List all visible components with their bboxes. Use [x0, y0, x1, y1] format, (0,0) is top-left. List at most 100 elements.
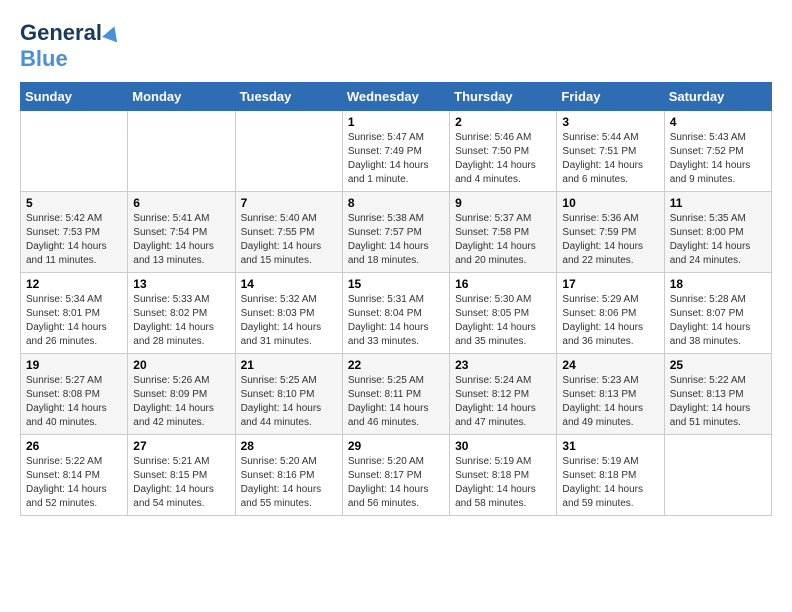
- day-number: 12: [26, 277, 122, 291]
- day-number: 19: [26, 358, 122, 372]
- weekday-header-wednesday: Wednesday: [342, 83, 449, 111]
- day-info: Sunrise: 5:27 AM Sunset: 8:08 PM Dayligh…: [26, 374, 122, 430]
- day-number: 20: [133, 358, 229, 372]
- calendar-cell: 15 Sunrise: 5:31 AM Sunset: 8:04 PM Dayli…: [342, 273, 449, 354]
- calendar-cell: 8 Sunrise: 5:38 AM Sunset: 7:57 PM Daylig…: [342, 192, 449, 273]
- day-number: 1: [348, 115, 444, 129]
- calendar-week-row: 12 Sunrise: 5:34 AM Sunset: 8:01 PM Dayli…: [21, 273, 772, 354]
- day-info: Sunrise: 5:20 AM Sunset: 8:17 PM Dayligh…: [348, 455, 444, 511]
- calendar-cell: 14Sunrise: 5:32 AM Sunset: 8:03 PM Dayli…: [235, 273, 342, 354]
- calendar-cell: 26Sunrise: 5:22 AM Sunset: 8:14 PM Dayli…: [21, 435, 128, 516]
- day-info: Sunrise: 5:25 AM Sunset: 8:11 PM Dayligh…: [348, 374, 444, 430]
- day-number: 3: [562, 115, 658, 129]
- calendar-cell: 30 Sunrise: 5:19 AM Sunset: 8:18 PM Dayli…: [450, 435, 557, 516]
- day-number: 11: [670, 196, 766, 210]
- calendar-cell: 19 Sunrise: 5:27 AM Sunset: 8:08 PM Dayli…: [21, 354, 128, 435]
- day-info: Sunrise: 5:25 AM Sunset: 8:10 PM Dayligh…: [241, 374, 337, 430]
- calendar-cell: 27Sunrise: 5:21 AM Sunset: 8:15 PM Dayli…: [128, 435, 235, 516]
- day-number: 30: [455, 439, 551, 453]
- day-number: 5: [26, 196, 122, 210]
- day-number: 10: [562, 196, 658, 210]
- calendar-cell: 22 Sunrise: 5:25 AM Sunset: 8:11 PM Dayli…: [342, 354, 449, 435]
- day-info: Sunrise: 5:33 AM Sunset: 8:02 PM Dayligh…: [133, 293, 229, 349]
- weekday-header-thursday: Thursday: [450, 83, 557, 111]
- day-info: Sunrise: 5:36 AM Sunset: 7:59 PM Dayligh…: [562, 212, 658, 268]
- day-number: 15: [348, 277, 444, 291]
- logo-triangle-icon: [102, 24, 122, 43]
- calendar-cell: 17Sunrise: 5:29 AM Sunset: 8:06 PM Dayli…: [557, 273, 664, 354]
- day-number: 23: [455, 358, 551, 372]
- day-info: Sunrise: 5:47 AM Sunset: 7:49 PM Dayligh…: [348, 131, 444, 187]
- calendar-cell: [128, 111, 235, 192]
- calendar-cell: 10 Sunrise: 5:36 AM Sunset: 7:59 PM Dayli…: [557, 192, 664, 273]
- weekday-header-monday: Monday: [128, 83, 235, 111]
- day-number: 25: [670, 358, 766, 372]
- day-number: 8: [348, 196, 444, 210]
- logo-text-blue: Blue: [20, 46, 68, 71]
- calendar-cell: 9 Sunrise: 5:37 AM Sunset: 7:58 PM Daylig…: [450, 192, 557, 273]
- calendar-cell: 29 Sunrise: 5:20 AM Sunset: 8:17 PM Dayli…: [342, 435, 449, 516]
- calendar-cell: 11 Sunrise: 5:35 AM Sunset: 8:00 PM Dayli…: [664, 192, 771, 273]
- day-number: 28: [241, 439, 337, 453]
- calendar-cell: 3 Sunrise: 5:44 AM Sunset: 7:51 PM Daylig…: [557, 111, 664, 192]
- weekday-header-row: SundayMondayTuesdayWednesdayThursdayFrid…: [21, 83, 772, 111]
- calendar-cell: [664, 435, 771, 516]
- weekday-header-saturday: Saturday: [664, 83, 771, 111]
- day-number: 22: [348, 358, 444, 372]
- day-number: 26: [26, 439, 122, 453]
- calendar-week-row: 19 Sunrise: 5:27 AM Sunset: 8:08 PM Dayli…: [21, 354, 772, 435]
- day-info: Sunrise: 5:21 AM Sunset: 8:15 PM Dayligh…: [133, 455, 229, 511]
- day-info: Sunrise: 5:19 AM Sunset: 8:18 PM Dayligh…: [562, 455, 658, 511]
- day-info: Sunrise: 5:32 AM Sunset: 8:03 PM Dayligh…: [241, 293, 337, 349]
- logo-text-general: General: [20, 20, 102, 46]
- day-number: 6: [133, 196, 229, 210]
- day-info: Sunrise: 5:34 AM Sunset: 8:01 PM Dayligh…: [26, 293, 122, 349]
- weekday-header-tuesday: Tuesday: [235, 83, 342, 111]
- day-info: Sunrise: 5:37 AM Sunset: 7:58 PM Dayligh…: [455, 212, 551, 268]
- calendar-cell: 5 Sunrise: 5:42 AM Sunset: 7:53 PM Daylig…: [21, 192, 128, 273]
- day-info: Sunrise: 5:29 AM Sunset: 8:06 PM Dayligh…: [562, 293, 658, 349]
- calendar-cell: 6 Sunrise: 5:41 AM Sunset: 7:54 PM Daylig…: [128, 192, 235, 273]
- day-info: Sunrise: 5:40 AM Sunset: 7:55 PM Dayligh…: [241, 212, 337, 268]
- day-number: 4: [670, 115, 766, 129]
- calendar-cell: 28 Sunrise: 5:20 AM Sunset: 8:16 PM Dayli…: [235, 435, 342, 516]
- calendar-cell: 12 Sunrise: 5:34 AM Sunset: 8:01 PM Dayli…: [21, 273, 128, 354]
- day-number: 29: [348, 439, 444, 453]
- day-info: Sunrise: 5:42 AM Sunset: 7:53 PM Dayligh…: [26, 212, 122, 268]
- calendar-week-row: 5 Sunrise: 5:42 AM Sunset: 7:53 PM Daylig…: [21, 192, 772, 273]
- day-number: 31: [562, 439, 658, 453]
- calendar-cell: 1 Sunrise: 5:47 AM Sunset: 7:49 PM Daylig…: [342, 111, 449, 192]
- day-info: Sunrise: 5:43 AM Sunset: 7:52 PM Dayligh…: [670, 131, 766, 187]
- day-info: Sunrise: 5:41 AM Sunset: 7:54 PM Dayligh…: [133, 212, 229, 268]
- day-number: 2: [455, 115, 551, 129]
- day-number: 9: [455, 196, 551, 210]
- page-header: General Blue: [20, 20, 772, 72]
- calendar-cell: 4 Sunrise: 5:43 AM Sunset: 7:52 PM Daylig…: [664, 111, 771, 192]
- day-info: Sunrise: 5:31 AM Sunset: 8:04 PM Dayligh…: [348, 293, 444, 349]
- day-info: Sunrise: 5:44 AM Sunset: 7:51 PM Dayligh…: [562, 131, 658, 187]
- calendar-cell: 21 Sunrise: 5:25 AM Sunset: 8:10 PM Dayli…: [235, 354, 342, 435]
- calendar-cell: 23 Sunrise: 5:24 AM Sunset: 8:12 PM Dayli…: [450, 354, 557, 435]
- day-info: Sunrise: 5:20 AM Sunset: 8:16 PM Dayligh…: [241, 455, 337, 511]
- day-info: Sunrise: 5:35 AM Sunset: 8:00 PM Dayligh…: [670, 212, 766, 268]
- day-number: 18: [670, 277, 766, 291]
- day-info: Sunrise: 5:46 AM Sunset: 7:50 PM Dayligh…: [455, 131, 551, 187]
- weekday-header-friday: Friday: [557, 83, 664, 111]
- day-number: 7: [241, 196, 337, 210]
- day-info: Sunrise: 5:19 AM Sunset: 8:18 PM Dayligh…: [455, 455, 551, 511]
- day-info: Sunrise: 5:28 AM Sunset: 8:07 PM Dayligh…: [670, 293, 766, 349]
- day-info: Sunrise: 5:24 AM Sunset: 8:12 PM Dayligh…: [455, 374, 551, 430]
- calendar-cell: 2 Sunrise: 5:46 AM Sunset: 7:50 PM Daylig…: [450, 111, 557, 192]
- calendar-cell: 16Sunrise: 5:30 AM Sunset: 8:05 PM Dayli…: [450, 273, 557, 354]
- logo: General Blue: [20, 20, 120, 72]
- day-number: 21: [241, 358, 337, 372]
- calendar-cell: 31 Sunrise: 5:19 AM Sunset: 8:18 PM Dayli…: [557, 435, 664, 516]
- calendar-cell: [21, 111, 128, 192]
- day-number: 24: [562, 358, 658, 372]
- calendar-cell: 18 Sunrise: 5:28 AM Sunset: 8:07 PM Dayli…: [664, 273, 771, 354]
- day-info: Sunrise: 5:26 AM Sunset: 8:09 PM Dayligh…: [133, 374, 229, 430]
- day-info: Sunrise: 5:38 AM Sunset: 7:57 PM Dayligh…: [348, 212, 444, 268]
- calendar-cell: 7 Sunrise: 5:40 AM Sunset: 7:55 PM Daylig…: [235, 192, 342, 273]
- day-number: 16: [455, 277, 551, 291]
- calendar-cell: [235, 111, 342, 192]
